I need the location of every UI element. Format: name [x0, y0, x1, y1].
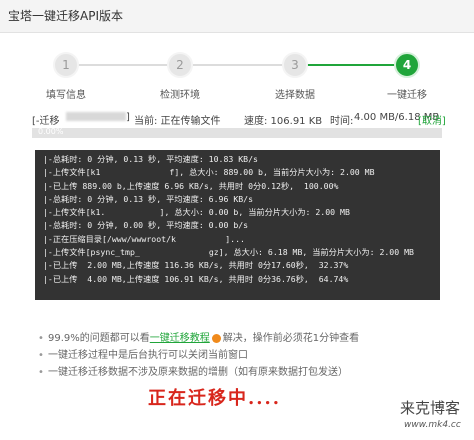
cancel-link[interactable]: [取消]	[418, 112, 446, 127]
migration-log-console[interactable]: |-总耗时: 0 分钟, 0.13 秒, 平均速度: 10.83 KB/s |-上…	[35, 150, 440, 300]
step-select-data: 3 选择数据	[245, 52, 345, 101]
note-data-safety: 一键迁移迁移数据不涉及原来数据的增删（如有原来数据打包发送）	[36, 364, 446, 381]
step-number-active: 4	[394, 52, 420, 78]
progress-percent: 0.00%	[38, 127, 64, 136]
watermark-url: www.mk4.cc	[404, 420, 461, 430]
log-line: |-总耗时: 0 分钟, 0.13 秒, 平均速度: 10.83 KB/s	[43, 154, 258, 164]
step-check-env: 2 检测环境	[130, 52, 230, 101]
log-line: |-总耗时: 0 分钟, 0.13 秒, 平均速度: 6.96 KB/s	[43, 193, 254, 204]
step-migrate: 4 一键迁移	[357, 52, 457, 101]
note-background: 一键迁移过程中是后台执行可以关闭当前窗口	[36, 347, 446, 364]
log-line: |-已上传 889.00 b,上传速度 6.96 KB/s, 共用时 0分0.1…	[43, 180, 339, 191]
current-task: 当前: 正在传输文件	[134, 116, 221, 127]
watermark-logo: 来克博客	[400, 399, 461, 417]
step-fill-info: 1 填写信息	[16, 52, 116, 101]
log-line: |-已上传 4.00 MB,上传速度 106.91 KB/s, 共用时 0分36…	[43, 273, 349, 284]
status-prefix: [-迁移	[32, 116, 60, 127]
tutorial-link[interactable]: 一键迁移教程	[150, 333, 210, 344]
log-line: |-上传文件[psync_tmp_ gz], 总大小: 6.18 MB, 当前分…	[43, 247, 414, 258]
transfer-status-row: [-迁移 ] 当前: 正在传输文件 速度: 106.91 KB 时间: 4.00…	[32, 112, 446, 127]
step-indicator: 1 填写信息 2 检测环境 3 选择数据 4 一键迁移	[0, 52, 474, 102]
step-label: 选择数据	[275, 90, 315, 101]
step-number: 2	[167, 52, 193, 78]
step-label: 检测环境	[160, 90, 200, 101]
migration-dialog: 宝塔一键迁移API版本 1 填写信息 2 检测环境 3 选择数据 4 一键迁移 …	[0, 0, 474, 440]
title-bar[interactable]: 宝塔一键迁移API版本	[0, 0, 474, 33]
transfer-speed: 速度: 106.91 KB	[244, 116, 323, 127]
time-label: 时间:	[330, 116, 354, 127]
log-line: |-正在压缩目录[/www/wwwroot/k ]...	[43, 233, 245, 244]
step-label: 一键迁移	[387, 90, 427, 101]
fire-icon	[211, 333, 221, 343]
step-number: 1	[53, 52, 79, 78]
progress-bar: 0.00%	[32, 127, 442, 138]
note-tutorial: 99.9%的问题都可以看一键迁移教程解决，操作前必须花1分钟查看	[36, 330, 446, 347]
step-label: 填写信息	[46, 90, 86, 101]
log-line: |-总耗时: 0 分钟, 0.00 秒, 平均速度: 0.00 b/s	[43, 220, 249, 231]
log-line: |-已上传 2.00 MB,上传速度 116.36 KB/s, 共用时 0分17…	[43, 260, 349, 271]
log-line: |-上传文件[k1 f], 总大小: 889.00 b, 当前分片大小为: 2.…	[43, 167, 375, 178]
status-suffix: ]	[126, 112, 130, 123]
step-number: 3	[282, 52, 308, 78]
overlay-caption: 正在迁移中....	[148, 388, 282, 409]
log-line: |-上传文件[k1. ], 总大小: 0.00 b, 当前分片大小为: 2.00…	[43, 207, 350, 218]
window-title: 宝塔一键迁移API版本	[8, 9, 123, 23]
notes-list: 99.9%的问题都可以看一键迁移教程解决，操作前必须花1分钟查看 一键迁移过程中…	[36, 330, 446, 381]
